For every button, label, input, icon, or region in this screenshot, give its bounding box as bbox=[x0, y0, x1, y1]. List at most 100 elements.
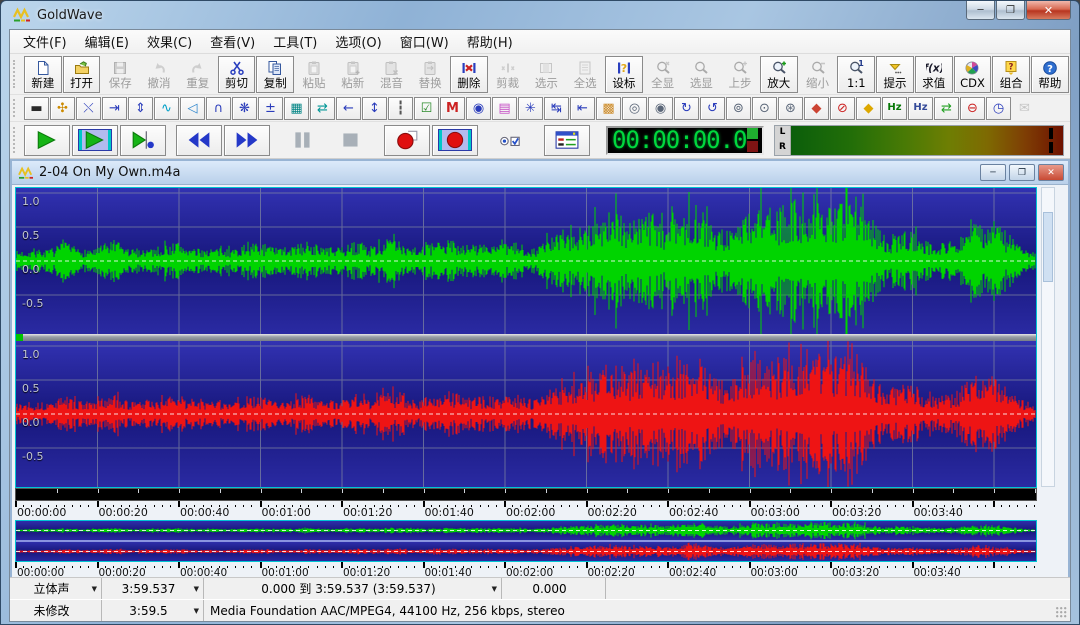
close-button[interactable]: ✕ bbox=[1026, 1, 1071, 20]
doppler-icon[interactable]: ∿ bbox=[154, 97, 179, 120]
title-bar[interactable]: GoldWave bbox=[1, 1, 1079, 29]
pan-diamond-icon[interactable]: ◆ bbox=[856, 97, 881, 120]
menu-item-effects[interactable]: 效果(C) bbox=[138, 29, 201, 54]
evaluate-label: 求值 bbox=[922, 77, 945, 89]
hz-range-icon[interactable]: Hz bbox=[908, 97, 933, 120]
minimize-button[interactable]: ─ bbox=[966, 1, 995, 20]
cut-button[interactable]: 剪切 bbox=[218, 56, 256, 93]
ramp-icon[interactable]: ◁ bbox=[180, 97, 205, 120]
document-restore-button[interactable]: ❐ bbox=[1009, 164, 1035, 181]
delete-button[interactable]: 删除 bbox=[450, 56, 488, 93]
exchange-box-icon[interactable]: ⇄ bbox=[310, 97, 335, 120]
menu-item-edit[interactable]: 编辑(E) bbox=[76, 29, 138, 54]
volume-bars-icon[interactable]: ┇ bbox=[388, 97, 413, 120]
document-minimize-button[interactable]: ─ bbox=[980, 164, 1006, 181]
status-total-length[interactable]: 3:59.537▼ bbox=[102, 578, 204, 599]
play-selection-button[interactable] bbox=[72, 125, 118, 156]
spectrum-bars-icon[interactable]: ▤ bbox=[492, 97, 517, 120]
resize-grip[interactable] bbox=[1056, 607, 1068, 619]
balance-diamond-icon[interactable]: ◆ bbox=[804, 97, 829, 120]
select-check-icon[interactable]: ☑ bbox=[414, 97, 439, 120]
smooth-left-icon[interactable]: ⇤ bbox=[570, 97, 595, 120]
knob-search-icon[interactable]: ◎ bbox=[622, 97, 647, 120]
menu-item-view[interactable]: 查看(V) bbox=[201, 29, 264, 54]
waveform-right-channel[interactable]: 1.00.50.0-0.5 bbox=[16, 341, 1036, 487]
dropdown-arrow-icon[interactable]: ▼ bbox=[492, 585, 497, 593]
zoom-in-button[interactable]: 放大 bbox=[760, 56, 798, 93]
status-zoom-length[interactable]: 3:59.5▼ bbox=[102, 600, 204, 621]
yx-expression-icon[interactable]: ⤬ bbox=[76, 97, 101, 120]
knob-icon[interactable]: ◉ bbox=[648, 97, 673, 120]
mechanize-icon[interactable]: ❋ bbox=[232, 97, 257, 120]
overview-waveform[interactable] bbox=[15, 520, 1037, 562]
document-title-bar[interactable]: 2-04 On My Own.m4a ─ ❐ ✕ bbox=[12, 161, 1068, 185]
dropdown-arrow-icon[interactable]: ▼ bbox=[194, 585, 199, 593]
dropdown-arrow-icon[interactable]: ▼ bbox=[92, 585, 97, 593]
knob-alert-icon[interactable]: ⊙ bbox=[752, 97, 777, 120]
help-button[interactable]: ?帮助 bbox=[1031, 56, 1069, 93]
menu-item-window[interactable]: 窗口(W) bbox=[391, 29, 458, 54]
control-properties-button[interactable] bbox=[544, 125, 590, 156]
waveform-left-channel[interactable]: 1.00.50.0-0.5 bbox=[16, 188, 1036, 334]
record-button[interactable] bbox=[384, 125, 430, 156]
svg-text:?: ? bbox=[1047, 63, 1053, 74]
record-selection-button[interactable] bbox=[432, 125, 478, 156]
mute-cross-icon[interactable]: ⊘ bbox=[830, 97, 855, 120]
show-all-button: 全显 bbox=[644, 56, 682, 93]
status-spacer bbox=[606, 578, 1070, 599]
device-bar-icon[interactable]: ▬ bbox=[24, 97, 49, 120]
crossfade-icon[interactable]: ↹ bbox=[544, 97, 569, 120]
tips-button[interactable]: 提示 bbox=[876, 56, 914, 93]
channel-divider[interactable] bbox=[16, 334, 1036, 341]
document-close-button[interactable]: ✕ bbox=[1038, 164, 1064, 181]
timeline[interactable]: 00:00:0000:00:2000:00:4000:01:0000:01:20… bbox=[15, 488, 1037, 519]
menu-item-help[interactable]: 帮助(H) bbox=[458, 29, 522, 54]
selection-start-marker[interactable] bbox=[16, 334, 23, 341]
zoom-1-1-button[interactable]: 11:1 bbox=[837, 56, 875, 93]
selection-bar[interactable] bbox=[15, 488, 1037, 501]
restore-button[interactable]: ❐ bbox=[996, 1, 1025, 20]
preset-group-button[interactable]: ?组合 bbox=[992, 56, 1030, 93]
meter-peak-mark-left bbox=[1049, 128, 1053, 139]
open-button[interactable]: 打开 bbox=[63, 56, 101, 93]
rewind-button[interactable] bbox=[176, 125, 222, 156]
dropdown-arrow-icon[interactable]: ▼ bbox=[194, 607, 199, 615]
equalizer-icon[interactable]: ▦ bbox=[284, 97, 309, 120]
cdx-button[interactable]: CDX bbox=[954, 56, 992, 93]
loop-to-icon[interactable]: ↻ bbox=[674, 97, 699, 120]
menu-item-file[interactable]: 文件(F) bbox=[14, 29, 76, 54]
select-all-label: 全选 bbox=[574, 77, 597, 89]
mx-icon[interactable]: M bbox=[440, 97, 465, 120]
copy-button[interactable]: 复制 bbox=[256, 56, 294, 93]
amplitude-label: 0.5 bbox=[22, 229, 40, 242]
offset-icon[interactable]: ± bbox=[258, 97, 283, 120]
left-arrow-icon[interactable]: ← bbox=[336, 97, 361, 120]
loop-icon[interactable]: ↺ bbox=[700, 97, 725, 120]
stretch-icon[interactable]: ⇕ bbox=[128, 97, 153, 120]
evaluate-button[interactable]: f(x)求值 bbox=[915, 56, 953, 93]
playback-bound-icon[interactable]: ⇥ bbox=[102, 97, 127, 120]
status-selection-range[interactable]: 0.000 到 3:59.537 (3:59.537)▼ bbox=[204, 578, 502, 599]
play-from-button[interactable] bbox=[120, 125, 166, 156]
play-button[interactable] bbox=[24, 125, 70, 156]
clock-icon[interactable]: ◷ bbox=[986, 97, 1011, 120]
noise-sparks-icon[interactable]: ✳ bbox=[518, 97, 543, 120]
effect-gears-icon[interactable]: ✣ bbox=[50, 97, 75, 120]
pan-icon[interactable]: ↕ bbox=[362, 97, 387, 120]
menu-item-tools[interactable]: 工具(T) bbox=[264, 29, 326, 54]
scrollbar-thumb[interactable] bbox=[1043, 212, 1053, 282]
knob-warning-icon[interactable]: ⊖ bbox=[960, 97, 985, 120]
new-button[interactable]: 新建 bbox=[24, 56, 62, 93]
set-marker-button[interactable]: ?设标 bbox=[605, 56, 643, 93]
hz-play-icon[interactable]: Hz bbox=[882, 97, 907, 120]
knob-lamp-icon[interactable]: ⊚ bbox=[726, 97, 751, 120]
stereo-3d-icon[interactable]: ◉ bbox=[466, 97, 491, 120]
flip-icon[interactable]: ∩ bbox=[206, 97, 231, 120]
channel-swap-icon[interactable]: ⇄ bbox=[934, 97, 959, 120]
vertical-zoom-scrollbar[interactable] bbox=[1041, 187, 1055, 487]
status-channel-mode[interactable]: 立体声▼ bbox=[10, 578, 102, 599]
knob-link-icon[interactable]: ⊛ bbox=[778, 97, 803, 120]
rainbow-box-icon[interactable]: ▩ bbox=[596, 97, 621, 120]
fast-forward-button[interactable] bbox=[224, 125, 270, 156]
menu-item-options[interactable]: 选项(O) bbox=[326, 29, 390, 54]
